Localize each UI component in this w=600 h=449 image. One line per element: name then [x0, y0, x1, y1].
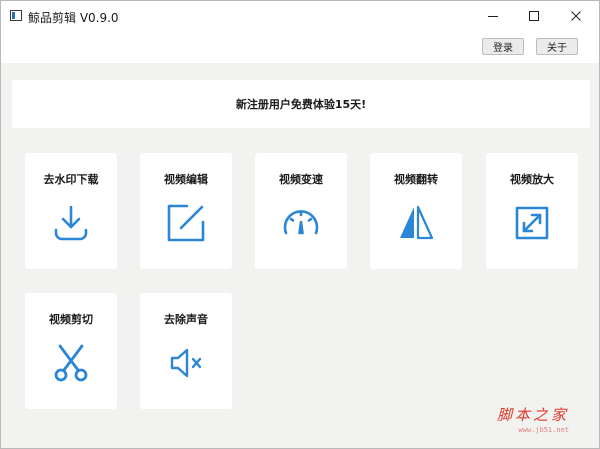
watermark-url: www.jb51.net	[518, 426, 569, 434]
download-icon	[51, 203, 91, 243]
close-button[interactable]	[556, 1, 596, 31]
feature-card-edit[interactable]: 视频编辑	[140, 153, 232, 269]
app-window: 鲸品剪辑 V0.9.0 登录 关于 新注册用户免费体验15天! 去水印下载 视频…	[0, 0, 600, 449]
maximize-icon	[529, 11, 539, 21]
feature-label: 视频放大	[510, 173, 554, 186]
maximize-button[interactable]	[514, 1, 554, 31]
feature-label: 去除声音	[164, 313, 208, 326]
feature-card-cut[interactable]: 视频剪切	[25, 293, 117, 409]
promo-banner: 新注册用户免费体验15天!	[12, 80, 590, 128]
edit-icon	[166, 203, 206, 243]
feature-card-zoom[interactable]: 视频放大	[486, 153, 578, 269]
feature-card-flip[interactable]: 视频翻转	[370, 153, 462, 269]
app-window-icon	[10, 10, 22, 21]
watermark: 脚本之家 www.jb51.net	[497, 404, 569, 434]
scissors-icon	[51, 343, 91, 383]
feature-card-download[interactable]: 去水印下载	[25, 153, 117, 269]
feature-label: 视频剪切	[49, 313, 93, 326]
feature-label: 去水印下载	[43, 173, 99, 186]
feature-card-mute[interactable]: 去除声音	[140, 293, 232, 409]
close-icon	[571, 11, 581, 21]
watermark-text: 脚本之家	[496, 406, 569, 424]
mute-icon	[166, 343, 206, 383]
minimize-button[interactable]	[473, 1, 513, 31]
feature-card-speed[interactable]: 视频变速	[255, 153, 347, 269]
expand-icon	[512, 203, 552, 243]
feature-label: 视频编辑	[164, 173, 208, 186]
feature-label: 视频变速	[279, 173, 323, 186]
minimize-icon	[488, 16, 498, 17]
speedometer-icon	[281, 203, 321, 243]
feature-label: 视频翻转	[394, 173, 438, 186]
main-content: 新注册用户免费体验15天! 去水印下载 视频编辑 视频变速 视频翻转 视频放大 …	[1, 63, 599, 448]
window-title: 鲸品剪辑 V0.9.0	[28, 11, 119, 25]
about-button[interactable]: 关于	[536, 38, 578, 55]
flip-icon	[396, 203, 436, 243]
title-bar[interactable]: 鲸品剪辑 V0.9.0	[1, 1, 599, 35]
login-button[interactable]: 登录	[482, 38, 524, 55]
